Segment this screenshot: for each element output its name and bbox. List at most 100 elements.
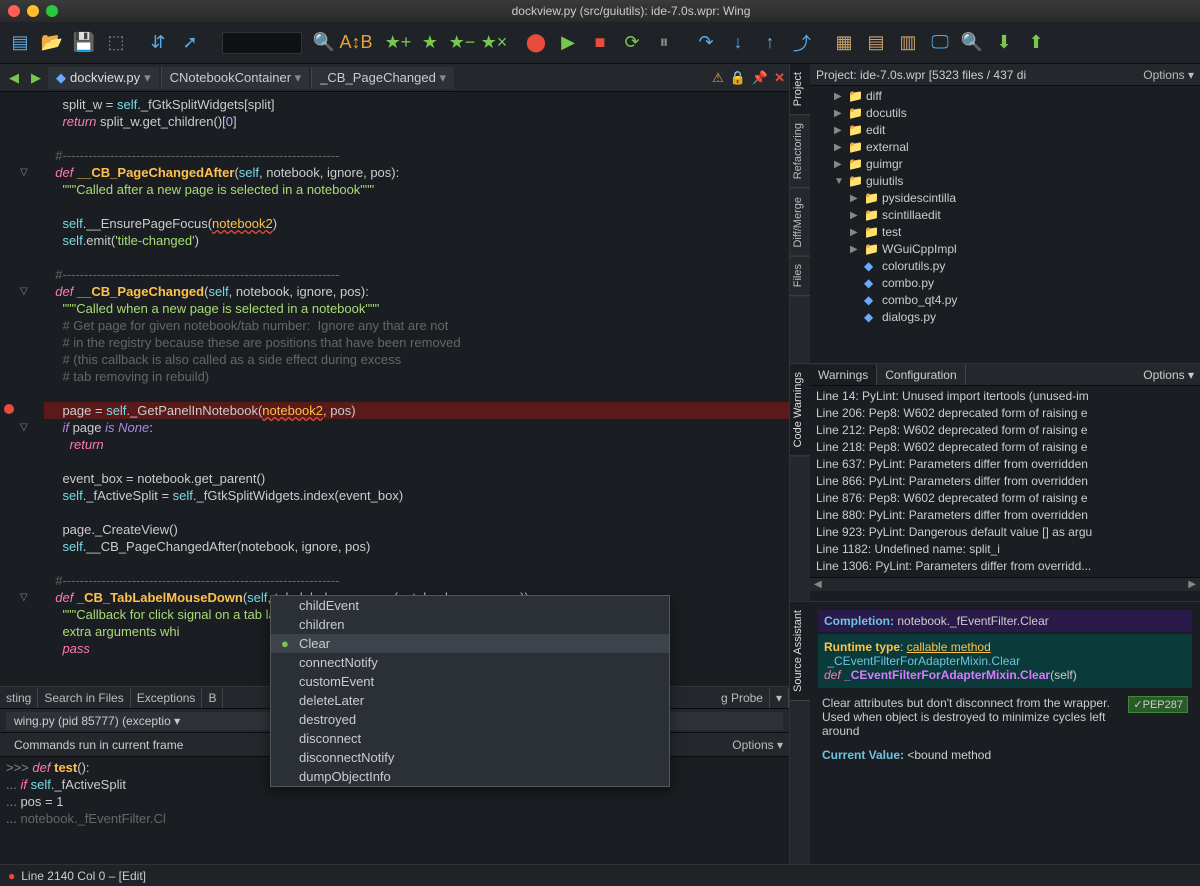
autocomplete-item[interactable]: disconnect [271,729,669,748]
upload-icon[interactable]: ⬆ [1022,29,1050,57]
code-line[interactable]: self._fActiveSplit = self._fGtkSplitWidg… [44,487,789,504]
layout1-icon[interactable]: ▦ [830,29,858,57]
file-tab[interactable]: ◆dockview.py▾ [48,67,159,89]
autocomplete-item[interactable]: dumpObjectInfo [271,767,669,786]
code-line[interactable] [44,130,789,147]
autocomplete-item[interactable]: deleteLater [271,691,669,710]
warning-line[interactable]: Line 1182: Undefined name: split_i [816,541,1194,558]
warning-line[interactable]: Line 637: PyLint: Parameters differ from… [816,456,1194,473]
code-line[interactable]: self.__EnsurePageFocus(notebook2) [44,215,789,232]
fold-toggle-icon[interactable]: ▽ [20,419,28,436]
tab-search-in-files[interactable]: Search in Files [38,688,130,708]
autocomplete-item[interactable]: childEvent [271,596,669,615]
code-line[interactable]: return [44,436,789,453]
step-in-icon[interactable]: ↓ [724,29,752,57]
indent-icon[interactable]: ⇵ [144,29,172,57]
minimize-window-button[interactable] [27,5,39,17]
star-add-icon[interactable]: ★+ [384,29,412,57]
repl-line[interactable]: ... notebook._fEventFilter.Cl [6,810,783,827]
monitor-icon[interactable]: 🖵 [926,29,954,57]
open-folder-icon[interactable]: 📂 [38,29,66,57]
code-line[interactable]: event_box = notebook.get_parent() [44,470,789,487]
vtab-diffmerge[interactable]: Diff/Merge [790,189,810,257]
record-icon[interactable]: ⬤ [522,29,550,57]
code-line[interactable]: #---------------------------------------… [44,266,789,283]
code-line[interactable]: self.emit('title-changed') [44,232,789,249]
fold-toggle-icon[interactable]: ▽ [20,589,28,606]
code-line[interactable]: self.__CB_PageChangedAfter(notebook, ign… [44,538,789,555]
vtab-source-assistant[interactable]: Source Assistant [790,602,810,701]
code-line[interactable]: split_w = self._fGtkSplitWidgets[split] [44,96,789,113]
tree-node[interactable]: ▶📁external [810,139,1200,156]
project-tree[interactable]: ▶📁diff▶📁docutils▶📁edit▶📁external▶📁guimgr… [810,86,1200,328]
tree-node[interactable]: ◆combo_qt4.py [810,292,1200,309]
process-selector[interactable]: wing.py (pid 85777) (exceptio ▾ [6,712,315,730]
breadcrumb-class[interactable]: CNotebookContainer ▾ [161,67,310,89]
warnings-options-menu[interactable]: Options ▾ [1143,368,1200,382]
tree-node[interactable]: ▼📁guiutils [810,173,1200,190]
tree-node[interactable]: ◆combo.py [810,275,1200,292]
download-icon[interactable]: ⬇ [990,29,1018,57]
step-return-icon[interactable]: ⤴ [788,29,816,57]
vtab-code-warnings[interactable]: Code Warnings [790,364,810,456]
autocomplete-popup[interactable]: childEventchildrenClearconnectNotifycust… [270,595,670,787]
runtime-type-link[interactable]: callable method [907,640,991,654]
code-line[interactable]: return split_w.get_children()[0] [44,113,789,130]
warn-icon[interactable]: ⚠ [712,70,724,86]
layout2-icon[interactable]: ▤ [862,29,890,57]
project-options-menu[interactable]: Options ▾ [1143,68,1194,82]
code-line[interactable]: def __CB_PageChangedAfter(self, notebook… [44,164,789,181]
code-line[interactable] [44,504,789,521]
stop-icon[interactable]: ■ [586,29,614,57]
tree-node[interactable]: ▶📁diff [810,88,1200,105]
warning-line[interactable]: Line 880: PyLint: Parameters differ from… [816,507,1194,524]
warning-line[interactable]: Line 14: PyLint: Unused import itertools… [816,388,1194,405]
tab-exceptions[interactable]: Exceptions [131,688,203,708]
close-tab-icon[interactable]: ✕ [774,70,785,86]
step-out-icon[interactable]: ↑ [756,29,784,57]
pause-icon[interactable]: ⏸ [650,29,678,57]
fold-toggle-icon[interactable]: ▽ [20,283,28,300]
repl-line[interactable]: ... pos = 1 [6,793,783,810]
tab-bookmarks[interactable]: B [202,688,223,708]
code-line[interactable] [44,555,789,572]
zoom-window-button[interactable] [46,5,58,17]
tab-more-icon[interactable]: ▾ [770,688,789,708]
warning-line[interactable]: Line 876: Pep8: W602 deprecated form of … [816,490,1194,507]
code-line[interactable] [44,198,789,215]
tab-debug-probe[interactable]: g Probe [715,688,770,708]
autocomplete-item[interactable]: destroyed [271,710,669,729]
code-line[interactable] [44,453,789,470]
warning-line[interactable]: Line 218: Pep8: W602 deprecated form of … [816,439,1194,456]
breadcrumb-method[interactable]: _CB_PageChanged ▾ [311,67,454,89]
layout3-icon[interactable]: ▥ [894,29,922,57]
code-line[interactable]: # (this callback is also called as a sid… [44,351,789,368]
autocomplete-item[interactable]: children [271,615,669,634]
code-line[interactable] [44,385,789,402]
code-line[interactable]: # Get page for given notebook/tab number… [44,317,789,334]
vtab-files[interactable]: Files [790,256,810,296]
warning-line[interactable]: Line 923: PyLint: Dangerous default valu… [816,524,1194,541]
code-line[interactable]: # tab removing in rebuild) [44,368,789,385]
tree-node[interactable]: ◆colorutils.py [810,258,1200,275]
autocomplete-item[interactable]: Clear [271,634,669,653]
toolbar-search-input[interactable] [222,32,302,54]
code-line[interactable]: page = self._GetPanelInNotebook(notebook… [44,402,789,419]
code-line[interactable]: """Called when a new page is selected in… [44,300,789,317]
vtab-project[interactable]: Project [790,64,810,115]
tree-node[interactable]: ▶📁WGuiCppImpl [810,241,1200,258]
arrow-icon[interactable]: ➚ [176,29,204,57]
tree-node[interactable]: ▶📁guimgr [810,156,1200,173]
tree-node[interactable]: ▶📁pysidescintilla [810,190,1200,207]
fold-toggle-icon[interactable]: ▽ [20,164,28,181]
tab-configuration[interactable]: Configuration [877,365,965,385]
tab-testing[interactable]: sting [0,688,38,708]
warnings-hscroll[interactable]: ◀▶ [810,577,1200,591]
code-line[interactable]: #---------------------------------------… [44,147,789,164]
code-line[interactable]: def __CB_PageChanged(self, notebook, ign… [44,283,789,300]
tab-warnings[interactable]: Warnings [810,365,877,385]
code-line[interactable] [44,249,789,266]
tree-node[interactable]: ▶📁scintillaedit [810,207,1200,224]
star-clear-icon[interactable]: ★× [480,29,508,57]
save-icon[interactable]: 💾 [70,29,98,57]
